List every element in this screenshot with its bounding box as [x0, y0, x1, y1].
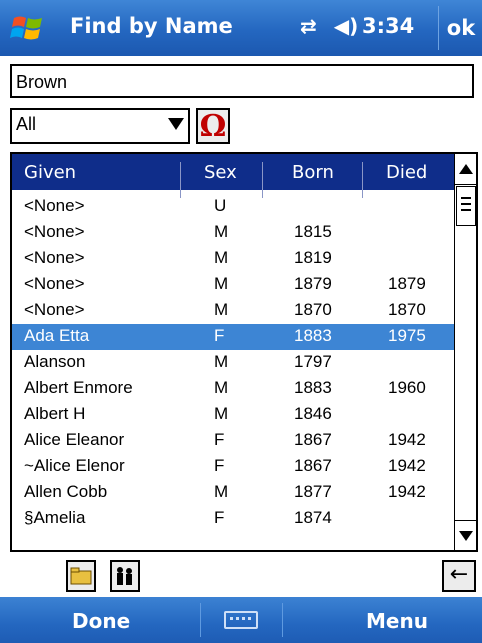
menu-button[interactable]: Menu [366, 609, 428, 633]
keyboard-icon[interactable] [224, 611, 258, 629]
cell-born: 1879 [294, 274, 332, 293]
done-button[interactable]: Done [72, 609, 130, 633]
cell-sex: F [214, 508, 225, 527]
cell-died: 1942 [388, 456, 426, 475]
vertical-scrollbar[interactable] [454, 154, 476, 550]
cell-born: 1877 [294, 482, 332, 501]
list-item[interactable]: Ada Etta F 1883 1975 [12, 324, 454, 350]
cell-given: Allen Cobb [24, 482, 108, 501]
list-item[interactable]: ~Alice Elenor F 1867 1942 [12, 454, 454, 480]
cell-given: Ada Etta [24, 326, 90, 345]
list-item[interactable]: Alice Eleanor F 1867 1942 [12, 428, 454, 454]
cell-born: 1819 [294, 248, 332, 267]
special-characters-button[interactable]: Ω [196, 108, 230, 144]
cell-died: 1942 [388, 430, 426, 449]
cell-died: 1975 [388, 326, 426, 345]
cell-sex: F [214, 326, 225, 345]
header-born[interactable]: Born [292, 162, 334, 183]
cell-sex: M [214, 482, 229, 501]
menu-separator [200, 603, 201, 637]
cell-born: 1883 [294, 378, 332, 397]
cell-given: §Amelia [24, 508, 86, 527]
cell-born: 1797 [294, 352, 332, 371]
scroll-down-button[interactable] [455, 520, 476, 550]
cell-died: 1879 [388, 274, 426, 293]
list-item[interactable]: Alanson M 1797 [12, 350, 454, 376]
header-sex[interactable]: Sex [204, 162, 237, 183]
cell-born: 1874 [294, 508, 332, 527]
cell-born: 1867 [294, 456, 332, 475]
cell-sex: M [214, 404, 229, 423]
cell-born: 1815 [294, 222, 332, 241]
list-item[interactable]: §Amelia F 1874 [12, 506, 454, 532]
cell-given: Albert Enmore [24, 378, 133, 397]
ok-button[interactable]: ok [438, 6, 482, 50]
cell-sex: M [214, 352, 229, 371]
header-separator [180, 162, 181, 198]
list-item[interactable]: <None> M 1819 [12, 246, 454, 272]
cell-born: 1846 [294, 404, 332, 423]
family-button[interactable] [110, 560, 140, 592]
cell-born: 1883 [294, 326, 332, 345]
volume-icon[interactable]: ◀) [334, 14, 359, 38]
cell-given: Alanson [24, 352, 86, 371]
cell-born: 1867 [294, 430, 332, 449]
back-arrow-icon: ← [449, 562, 469, 587]
list-item[interactable]: Allen Cobb M 1877 1942 [12, 480, 454, 506]
cell-given: Alice Eleanor [24, 430, 125, 449]
cell-given: Albert H [24, 404, 86, 423]
windows-logo-icon[interactable] [10, 10, 46, 46]
list-item[interactable]: Albert H M 1846 [12, 402, 454, 428]
menu-separator [282, 603, 283, 637]
connectivity-icon[interactable]: ⇄ [300, 14, 317, 38]
header-separator [262, 162, 263, 198]
cell-given: <None> [24, 248, 85, 267]
cell-given: ~Alice Elenor [24, 456, 125, 475]
family-icon [117, 567, 132, 585]
cell-sex: U [214, 196, 227, 215]
chevron-down-icon [168, 118, 184, 130]
cell-died: 1870 [388, 300, 426, 319]
cell-given: <None> [24, 196, 85, 215]
cell-sex: M [214, 378, 229, 397]
cell-died: 1960 [388, 378, 426, 397]
open-folder-icon [70, 567, 92, 585]
filter-selected-value: All [16, 114, 37, 134]
list-item[interactable]: Albert Enmore M 1883 1960 [12, 376, 454, 402]
list-item[interactable]: <None> M 1815 [12, 220, 454, 246]
chevron-down-icon [459, 531, 473, 541]
title-bar: Find by Name ⇄ ◀) 3:34 ok [0, 0, 482, 56]
scroll-thumb[interactable] [456, 186, 476, 226]
cell-sex: F [214, 456, 225, 475]
cell-sex: M [214, 274, 229, 293]
clock[interactable]: 3:34 [362, 14, 414, 38]
header-given[interactable]: Given [24, 162, 76, 183]
cell-born: 1870 [294, 300, 332, 319]
back-button[interactable]: ← [442, 560, 476, 592]
cell-sex: M [214, 248, 229, 267]
scroll-up-button[interactable] [455, 154, 476, 185]
open-folder-button[interactable] [66, 560, 96, 592]
filter-select[interactable]: All [10, 108, 190, 144]
cell-sex: M [214, 222, 229, 241]
menu-bar: Done Menu [0, 597, 482, 643]
list-item[interactable]: <None> M 1879 1879 [12, 272, 454, 298]
cell-given: <None> [24, 300, 85, 319]
window-title: Find by Name [70, 14, 233, 38]
status-icons: ⇄ ◀) [300, 14, 368, 38]
chevron-up-icon [459, 164, 473, 174]
cell-died: 1942 [388, 482, 426, 501]
cell-sex: F [214, 430, 225, 449]
header-separator [362, 162, 363, 198]
list-header: Given Sex Born Died [12, 154, 454, 198]
list-item[interactable]: <None> U [12, 194, 454, 220]
cell-given: <None> [24, 222, 85, 241]
cell-sex: M [214, 300, 229, 319]
search-input[interactable]: Brown [10, 64, 474, 98]
names-list[interactable]: Given Sex Born Died <None> U <None> M 1815 <N… [10, 152, 478, 552]
header-died[interactable]: Died [386, 162, 427, 183]
cell-given: <None> [24, 274, 85, 293]
list-item[interactable]: <None> M 1870 1870 [12, 298, 454, 324]
